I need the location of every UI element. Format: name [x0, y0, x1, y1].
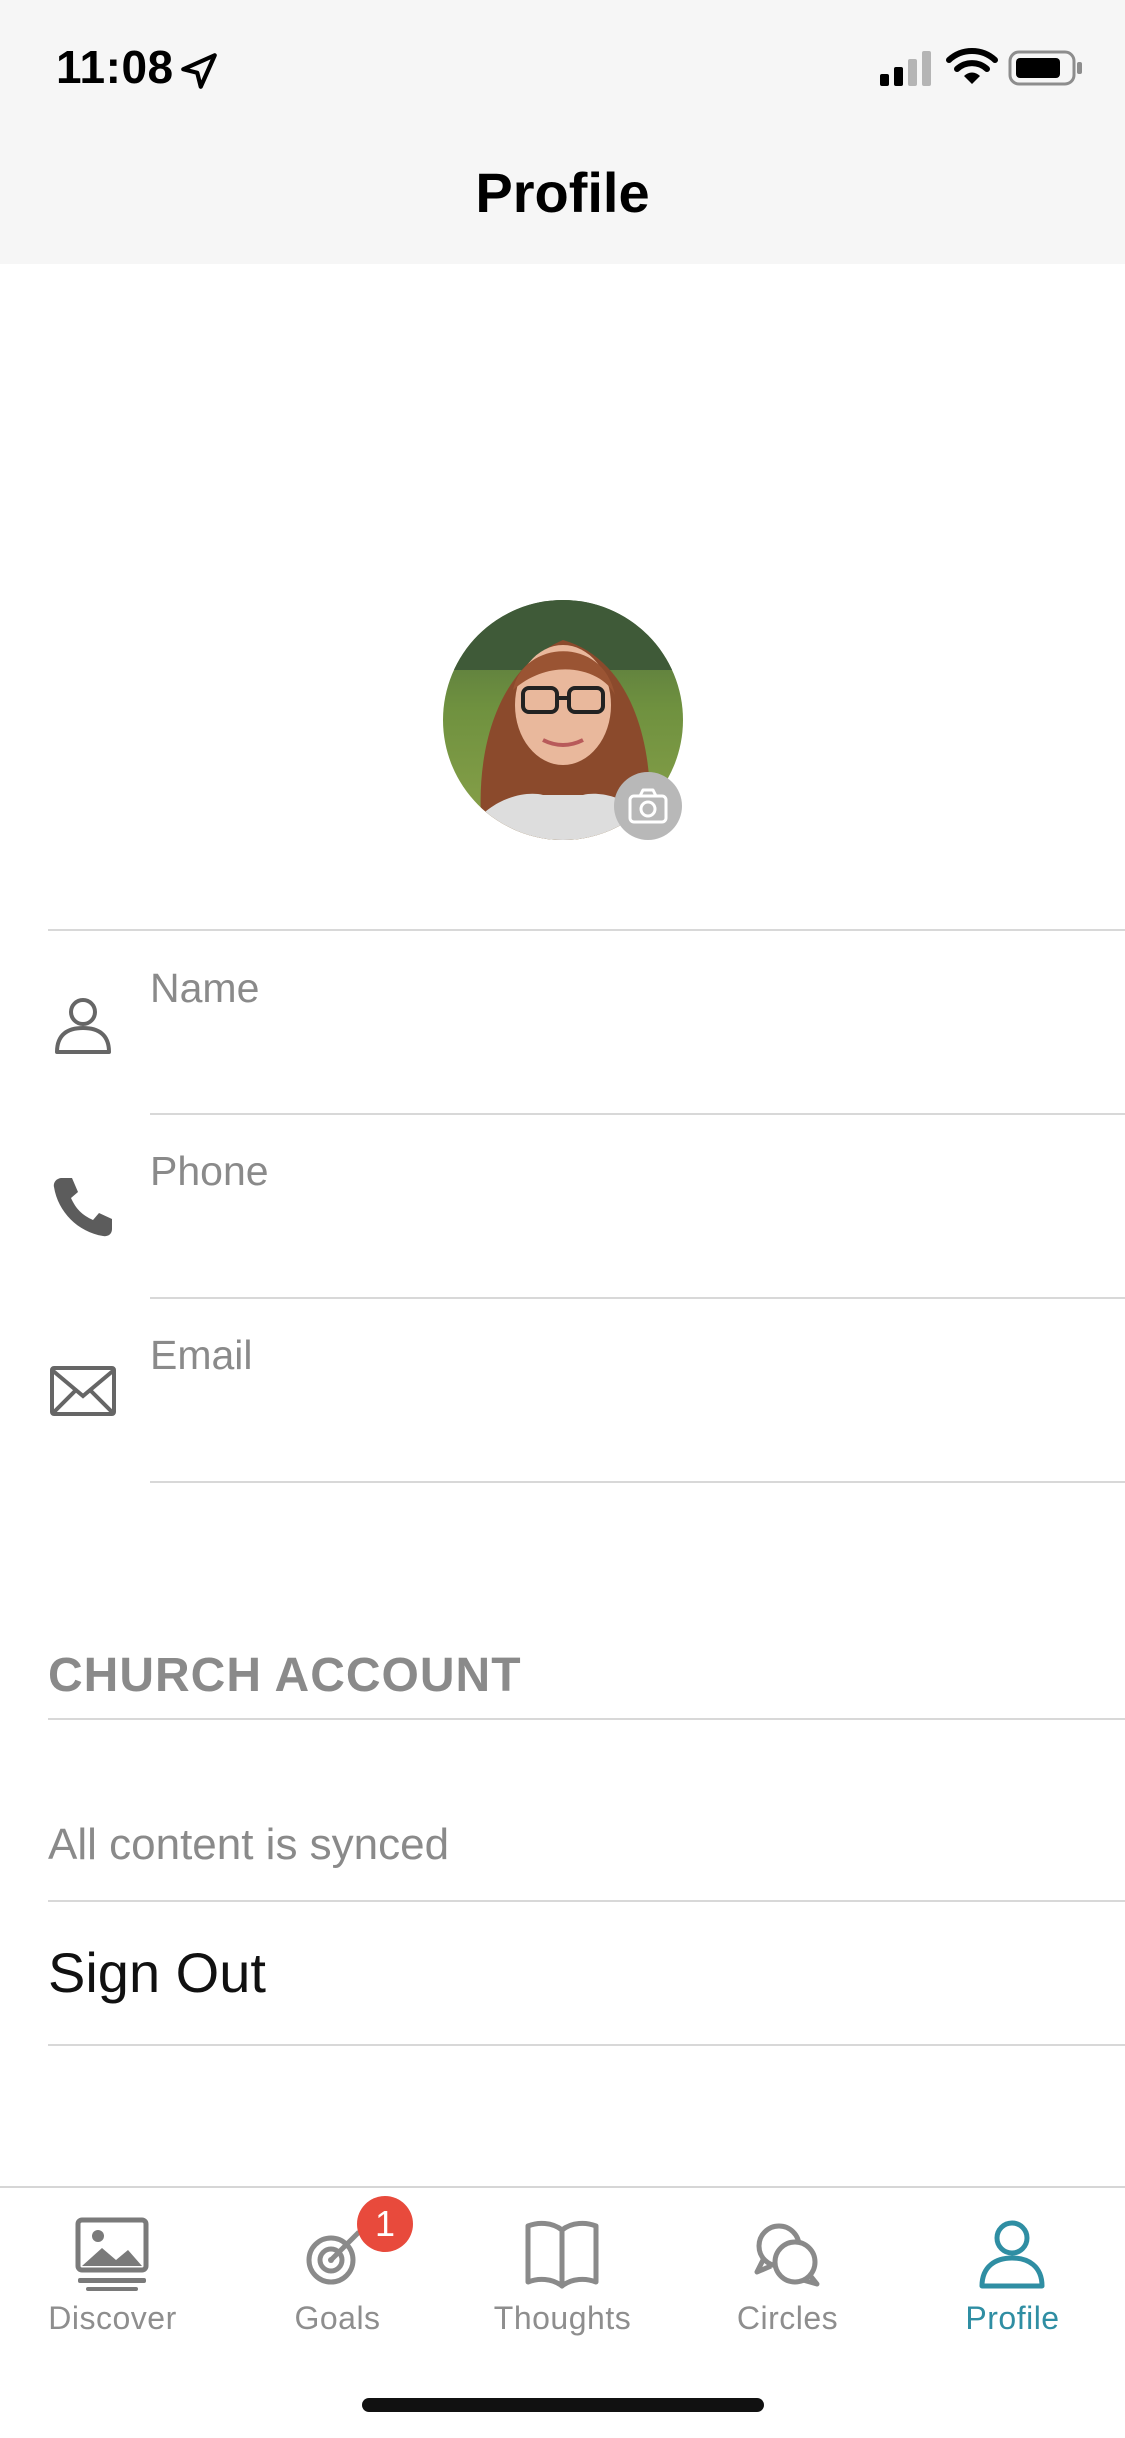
tab-label: Circles: [736, 2300, 839, 2336]
phone-icon: [53, 1178, 112, 1237]
signal-icon: [880, 51, 931, 86]
divider: [150, 1481, 1125, 1483]
divider: [48, 1900, 1125, 1902]
phone-label: Phone: [150, 1148, 269, 1194]
divider: [150, 1297, 1125, 1299]
location-arrow-icon: [181, 53, 217, 89]
wifi-icon: [946, 48, 998, 84]
tab-thoughts[interactable]: Thoughts: [450, 2208, 675, 2358]
name-label: Name: [150, 965, 260, 1011]
tab-profile[interactable]: Profile: [900, 2208, 1125, 2358]
status-and-nav-bar: 11:08 Profile: [0, 0, 1125, 264]
change-photo-button[interactable]: [614, 772, 682, 840]
sign-out-button[interactable]: Sign Out: [48, 1940, 266, 2005]
name-field[interactable]: [150, 1030, 1110, 1090]
tab-label: Thoughts: [493, 2300, 632, 2336]
goals-badge: 1: [357, 2196, 413, 2252]
sync-status: All content is synced: [48, 1820, 450, 1869]
page-title: Profile: [475, 161, 650, 224]
phone-field[interactable]: [150, 1212, 1110, 1272]
tab-label: Goals: [294, 2300, 381, 2336]
home-indicator: [362, 2398, 764, 2412]
profile-icon: [979, 2220, 1045, 2289]
tab-discover[interactable]: Discover: [0, 2208, 225, 2358]
email-label: Email: [150, 1332, 253, 1378]
book-icon: [525, 2220, 599, 2289]
divider: [48, 929, 1125, 931]
battery-icon: [1008, 50, 1082, 86]
chat-bubbles-icon: [754, 2223, 820, 2287]
tab-circles[interactable]: Circles: [675, 2208, 900, 2358]
tab-goals[interactable]: Goals: [225, 2208, 450, 2358]
divider: [48, 1718, 1125, 1720]
status-time: 11:08: [56, 41, 174, 93]
divider: [48, 2044, 1125, 2046]
email-field[interactable]: [150, 1396, 1110, 1456]
divider: [150, 1113, 1125, 1115]
camera-icon: [628, 788, 668, 824]
envelope-icon: [50, 1366, 116, 1416]
tab-label: Profile: [965, 2300, 1060, 2336]
tab-label: Discover: [48, 2300, 177, 2336]
section-header-church-account: CHURCH ACCOUNT: [48, 1649, 522, 1702]
image-icon: [75, 2217, 149, 2291]
person-icon: [55, 998, 111, 1054]
